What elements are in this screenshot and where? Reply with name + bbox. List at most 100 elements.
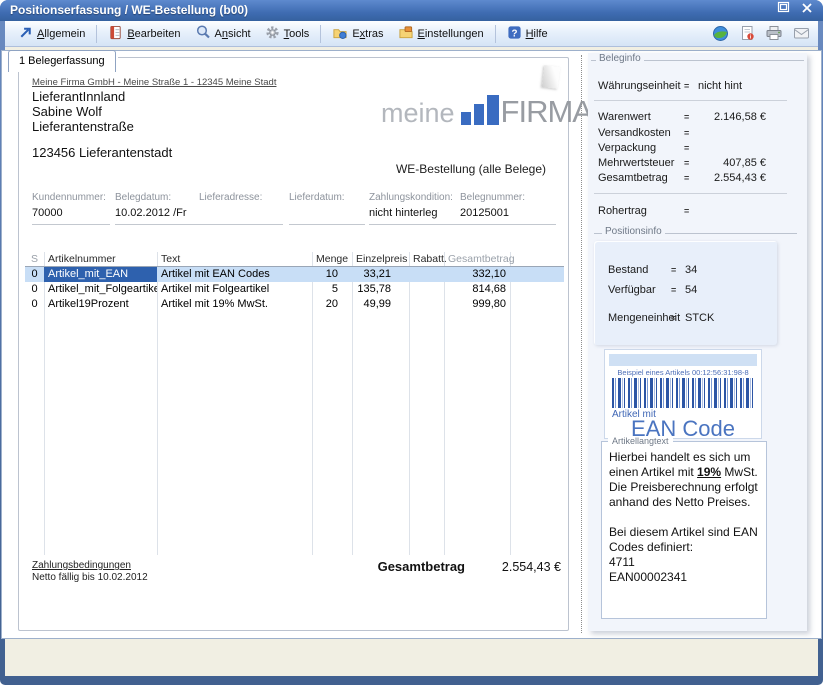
cell-menge: 20 — [312, 297, 352, 312]
field-underline — [199, 224, 283, 225]
field-label: Kundennummer: — [32, 192, 110, 203]
field-value[interactable]: nicht hinterleg — [369, 207, 463, 221]
row-label: Warenwert — [598, 110, 684, 124]
cell-artikelnummer: Artikel_mit_Folgeartikel — [44, 282, 157, 297]
field-underline — [289, 224, 365, 225]
help-icon: ? — [507, 25, 522, 43]
field-zahlungskondition: Zahlungskondition: nicht hinterleg — [369, 192, 463, 225]
toolbar: Allgemein Bearbeiten Ansicht Tools Extra… — [5, 21, 818, 47]
row-label: Rohertrag — [598, 204, 684, 218]
groupbox-label: Beleginfo — [596, 53, 644, 64]
row-value: 54 — [685, 284, 697, 296]
restore-window-button[interactable] — [775, 2, 792, 18]
ean-barcode-card: Beispiel eines Artikels 00:12:56:31:98-8… — [604, 349, 762, 439]
row-label: Bestand — [608, 263, 671, 277]
emphasized-text: 19% — [697, 465, 721, 479]
titlebar[interactable]: Positionserfassung / WE-Bestellung (b00) — [0, 0, 823, 21]
field-label: Lieferdatum: — [289, 192, 365, 203]
menu-label: Ansicht — [215, 28, 251, 40]
menu-ansicht[interactable]: Ansicht — [188, 22, 258, 45]
cell-einzelpreis: 33,21 — [352, 267, 409, 282]
recipient-address: LieferantInnland Sabine Wolf Lieferanten… — [32, 89, 134, 134]
field-underline — [115, 224, 199, 225]
folder-settings-icon — [398, 25, 414, 43]
equals-sign: = — [684, 126, 698, 140]
row-value: 34 — [685, 264, 697, 276]
recipient-line: Lieferantenstraße — [32, 119, 134, 134]
positionsinfo-row-mengeneinheit: Mengeneinheit=STCK — [608, 311, 768, 325]
document-info-icon[interactable]: i — [738, 24, 756, 42]
tab-content: Positionserfassung Meine Firma GmbH - Me… — [1, 50, 822, 639]
table-row[interactable]: 0 Artikel19Prozent Artikel mit 19% MwSt.… — [25, 297, 564, 312]
menu-extras[interactable]: Extras — [325, 23, 390, 45]
cell-gesamtbetrag: 814,68 — [444, 282, 510, 297]
field-value[interactable]: 10.02.2012 /Fr — [115, 207, 199, 221]
field-value[interactable]: 70000 — [32, 207, 110, 221]
field-value[interactable] — [289, 207, 365, 221]
table-row[interactable]: 0 Artikel_mit_Folgeartikel Artikel mit F… — [25, 282, 564, 297]
zahlungsbedingungen-link[interactable]: Zahlungsbedingungen — [32, 560, 131, 571]
arrow-up-right-icon — [18, 25, 33, 43]
field-lieferadresse: Lieferadresse: — [199, 192, 283, 225]
logo-text-firma: FIRMA — [501, 96, 592, 128]
cell-artikelnummer: Artikel_mit_EAN — [44, 267, 157, 282]
equals-sign: = — [684, 110, 698, 124]
paragraph: Bei diesem Artikel sind EAN Codes defini… — [609, 525, 759, 555]
positionsinfo-box: Bestand=34 Verfügbar=54 Mengeneinheit=ST… — [594, 241, 777, 345]
toolbar-separator — [320, 25, 321, 43]
header-artikelnummer: Artikelnummer — [44, 252, 157, 266]
menu-einstellungen[interactable]: Einstellungen — [391, 23, 491, 45]
logo-text-meine: meine — [381, 98, 455, 128]
row-label: Mengeneinheit — [608, 311, 671, 325]
tab-belegerfassung[interactable]: 1 Belegerfassung — [8, 50, 116, 72]
cell-einzelpreis: 135,78 — [352, 282, 409, 297]
row-label: Gesamtbetrag — [598, 171, 684, 185]
cell-s: 0 — [25, 282, 44, 297]
header-einzelpreis: Einzelpreis — [352, 252, 409, 266]
menu-label: Bearbeiten — [127, 28, 180, 40]
ean-code-line: EAN00002341 — [609, 570, 759, 585]
menu-allgemein[interactable]: Allgemein — [11, 23, 92, 45]
beleginfo-row-rohertrag: Rohertrag= — [598, 204, 788, 218]
recipient-line: Sabine Wolf — [32, 104, 134, 119]
row-label: Verfügbar — [608, 283, 671, 297]
field-kundennummer: Kundennummer: 70000 — [32, 192, 110, 225]
header-gesamtbetrag: Gesamtbetrag — [444, 252, 510, 266]
close-window-button[interactable] — [798, 2, 815, 18]
mail-icon[interactable] — [792, 24, 810, 42]
cell-rabatt — [409, 297, 444, 312]
menu-hilfe[interactable]: ? Hilfe — [500, 23, 555, 45]
divider — [594, 193, 787, 194]
table-row[interactable]: 0 Artikel_mit_EAN Artikel mit EAN Codes … — [25, 267, 564, 282]
field-value[interactable] — [199, 207, 283, 221]
menu-bearbeiten[interactable]: Bearbeiten — [101, 23, 187, 45]
equals-sign: = — [671, 311, 685, 325]
window-controls — [775, 2, 815, 18]
printer-icon[interactable] — [765, 24, 783, 42]
beleginfo-row-verpackung: Verpackung= — [598, 141, 788, 155]
header-menge: Menge — [312, 252, 352, 266]
globe-icon[interactable] — [711, 24, 729, 42]
total-value: 2.554,43 € — [471, 560, 561, 574]
magnifier-icon — [195, 24, 211, 43]
artikellangtext-box[interactable]: Artikellangtext Hierbei handelt es sich … — [601, 441, 767, 619]
window-title: Positionserfassung / WE-Bestellung (b00) — [10, 3, 248, 17]
equals-sign: = — [671, 263, 685, 277]
cell-rabatt — [409, 282, 444, 297]
equals-sign: = — [684, 141, 698, 155]
beleginfo-panel: Beleginfo Währungseinheit=nicht hint War… — [588, 53, 807, 631]
company-logo: meine FIRMA — [381, 90, 592, 128]
header-s: S — [25, 252, 44, 266]
field-underline — [369, 224, 463, 225]
positions-table: S Artikelnummer Text Menge Einzelpreis R… — [25, 252, 564, 555]
cell-gesamtbetrag: 999,80 — [444, 297, 510, 312]
row-value: 407,85 € — [723, 156, 766, 170]
groupbox-label: Artikellangtext — [608, 436, 673, 446]
row-value: STCK — [685, 312, 714, 324]
divider — [594, 100, 787, 101]
field-value[interactable]: 20125001 — [460, 207, 556, 221]
quick-icons: i — [711, 24, 810, 42]
positionsinfo-row-bestand: Bestand=34 — [608, 263, 768, 277]
menu-label: Extras — [352, 28, 383, 40]
menu-tools[interactable]: Tools — [258, 23, 317, 45]
